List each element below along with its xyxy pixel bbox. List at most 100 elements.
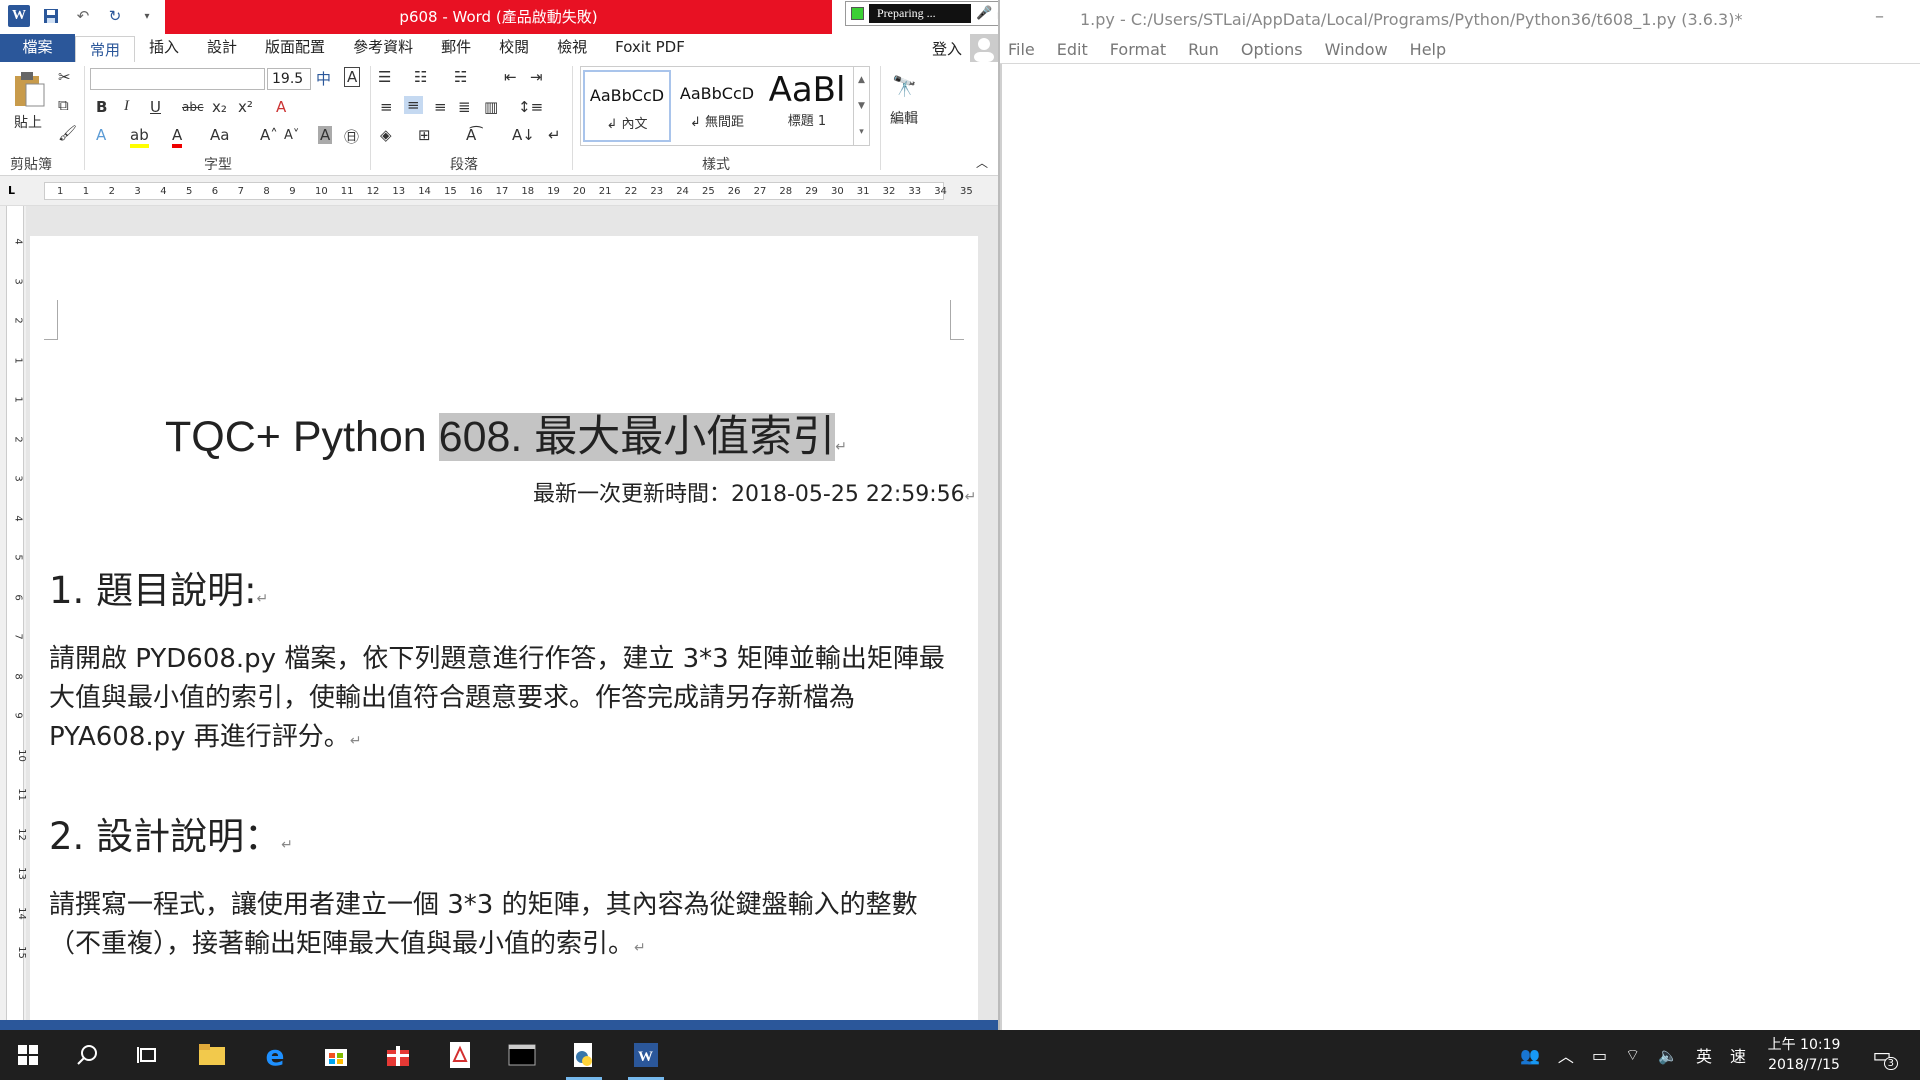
tab-0[interactable]: 檔案 xyxy=(0,34,75,62)
distributed-icon[interactable]: ▥ xyxy=(484,98,498,116)
numbering-icon[interactable]: ☷ xyxy=(414,68,427,86)
increase-indent-icon[interactable]: ⇥ xyxy=(530,68,543,86)
idle-menu-file[interactable]: File xyxy=(1008,40,1035,63)
store-icon[interactable] xyxy=(316,1038,356,1072)
font-size-combo[interactable]: 19.5 xyxy=(267,68,311,90)
enclose-char-icon[interactable]: ㊐ xyxy=(344,126,359,147)
heading-1[interactable]: 1. 題目說明:↵ xyxy=(49,560,268,614)
tab-5[interactable]: 參考資料 xyxy=(339,34,427,62)
tab-8[interactable]: 檢視 xyxy=(543,34,601,62)
multilevel-list-icon[interactable]: ☵ xyxy=(454,68,467,86)
pdf-reader-icon[interactable] xyxy=(440,1038,480,1072)
idle-menu-run[interactable]: Run xyxy=(1188,40,1219,63)
bold-icon[interactable]: B xyxy=(96,98,107,116)
idle-menu-format[interactable]: Format xyxy=(1110,40,1166,63)
battery-icon[interactable]: ▭ xyxy=(1592,1046,1607,1065)
redo-icon[interactable]: ↻ xyxy=(104,5,126,27)
idle-menu-options[interactable]: Options xyxy=(1241,40,1303,63)
subscript-icon[interactable]: x₂ xyxy=(212,98,227,116)
clear-format-icon[interactable]: A xyxy=(276,98,286,116)
char-shading-icon[interactable]: A xyxy=(318,126,333,144)
decrease-indent-icon[interactable]: ⇤ xyxy=(504,68,517,86)
tab-7[interactable]: 校閱 xyxy=(485,34,543,62)
avatar[interactable] xyxy=(970,34,998,62)
justify-icon[interactable]: ≣ xyxy=(458,98,471,116)
shading-icon[interactable]: ◈ xyxy=(380,126,392,144)
clock[interactable]: 上午 10:19 2018/7/15 xyxy=(1760,1035,1848,1075)
tab-6[interactable]: 郵件 xyxy=(427,34,485,62)
tab-2[interactable]: 插入 xyxy=(135,34,193,62)
tab-selector[interactable]: L xyxy=(8,184,24,200)
people-icon[interactable]: 👥 xyxy=(1520,1046,1540,1065)
phonetic-icon[interactable]: 中 xyxy=(316,68,331,89)
find-icon[interactable]: 🔭 xyxy=(892,74,917,98)
gift-app-icon[interactable] xyxy=(378,1038,418,1072)
asian-layout-icon[interactable]: A͡ xyxy=(466,126,476,144)
style-normal[interactable]: AaBbCcD ↲ 內文 xyxy=(583,70,671,142)
microphone-icon[interactable]: 🎤 xyxy=(976,6,992,21)
terminal-icon[interactable] xyxy=(502,1038,542,1072)
tab-1[interactable]: 常用 xyxy=(75,36,136,62)
collapse-ribbon-icon[interactable]: ︿ xyxy=(976,154,988,171)
vertical-ruler[interactable]: 4 3 2 1 1 2 3 4 5 6 7 8 9 10 11 12 13 14 15 xyxy=(0,206,27,1020)
align-left-icon[interactable]: ≡ xyxy=(380,98,393,116)
idle-menu-edit[interactable]: Edit xyxy=(1057,40,1088,63)
change-case-icon[interactable]: Aa xyxy=(210,126,229,144)
cut-icon[interactable]: ✂ xyxy=(58,68,71,86)
tab-9[interactable]: Foxit PDF xyxy=(601,34,699,62)
sort-icon[interactable]: A↓ xyxy=(512,126,535,144)
edge-icon[interactable]: e xyxy=(255,1038,295,1072)
customize-qat-icon[interactable]: ▾ xyxy=(136,5,158,27)
align-right-icon[interactable]: ≡ xyxy=(434,98,447,116)
borders-icon[interactable]: ⊞ xyxy=(418,126,431,144)
font-name-combo[interactable] xyxy=(90,68,265,90)
text-effects-icon[interactable]: A xyxy=(96,126,106,144)
style-no-spacing[interactable]: AaBbCcD ↲ 無間距 xyxy=(673,70,761,142)
word-taskbar-icon[interactable]: W xyxy=(626,1038,666,1080)
save-icon[interactable] xyxy=(40,5,62,27)
login-link[interactable]: 登入 xyxy=(932,38,962,59)
doc-updated[interactable]: 最新一次更新時間：2018-05-25 22:59:56↵ xyxy=(533,476,976,508)
show-marks-icon[interactable]: ↵ xyxy=(548,126,561,144)
underline-icon[interactable]: U xyxy=(150,98,161,116)
notification-center-icon[interactable]: ▭ 3 xyxy=(1862,1038,1902,1072)
highlight-icon[interactable]: ab xyxy=(130,126,149,148)
paragraph-2[interactable]: 請撰寫一程式，讓使用者建立一個 3*3 的矩陣，其內容為從鍵盤輸入的整數（不重複… xyxy=(49,886,959,968)
superscript-icon[interactable]: x² xyxy=(238,98,253,116)
volume-icon[interactable]: 🔈 xyxy=(1658,1046,1678,1065)
paste-label[interactable]: 貼上 xyxy=(14,112,42,132)
idle-editor[interactable] xyxy=(1000,64,1920,1030)
paste-icon[interactable] xyxy=(12,70,46,114)
format-painter-icon[interactable]: 🖌 xyxy=(58,124,77,142)
grow-font-icon[interactable]: A˄ xyxy=(260,126,278,144)
wifi-icon[interactable]: ⌔ xyxy=(1625,1045,1640,1065)
undo-icon[interactable]: ↶ xyxy=(72,5,94,27)
shrink-font-icon[interactable]: A˅ xyxy=(284,128,299,143)
tab-4[interactable]: 版面配置 xyxy=(251,34,339,62)
task-view-icon[interactable] xyxy=(128,1038,168,1072)
line-spacing-icon[interactable]: ↕≡ xyxy=(518,98,543,116)
doc-title[interactable]: TQC+ Python 608. 最大最小值索引↵ xyxy=(165,402,847,464)
python-idle-icon[interactable] xyxy=(564,1038,604,1080)
italic-icon[interactable]: I xyxy=(124,98,129,115)
strikethrough-icon[interactable]: abc xyxy=(182,100,204,114)
idle-menu-help[interactable]: Help xyxy=(1410,40,1446,63)
bullets-icon[interactable]: ☰ xyxy=(378,68,391,86)
horizontal-ruler[interactable]: L 1 1 2 3 4 5 6 7 8 9 10 11 12 13 14 15 16 17 18 19 20 21 22 23… xyxy=(0,176,1000,206)
show-hidden-icon[interactable]: ︿ xyxy=(1558,1043,1574,1067)
start-button[interactable] xyxy=(8,1038,48,1072)
heading-2[interactable]: 2. 設計說明：↵ xyxy=(49,806,293,860)
align-center-icon[interactable]: ≡ xyxy=(404,96,423,114)
ime-mode[interactable]: 速 xyxy=(1730,1043,1746,1067)
styles-gallery[interactable]: AaBbCcD ↲ 內文 AaBbCcD ↲ 無間距 AaBl 標題 1 ▲ ▼ ▾ xyxy=(580,66,870,146)
ime-language[interactable]: 英 xyxy=(1696,1043,1712,1067)
font-color-icon[interactable]: A xyxy=(172,126,183,148)
paragraph-1[interactable]: 請開啟 PYD608.py 檔案，依下列題意進行作答，建立 3*3 矩陣並輸出矩… xyxy=(49,640,959,761)
style-heading-1[interactable]: AaBl 標題 1 xyxy=(763,70,851,142)
search-icon[interactable] xyxy=(68,1038,108,1072)
edit-label[interactable]: 編輯 xyxy=(890,108,918,128)
styles-scroll[interactable]: ▲ ▼ ▾ xyxy=(853,67,869,145)
minimize-button[interactable]: – xyxy=(1875,6,1884,27)
copy-icon[interactable]: ⧉ xyxy=(58,96,69,114)
file-explorer-icon[interactable] xyxy=(192,1038,232,1072)
